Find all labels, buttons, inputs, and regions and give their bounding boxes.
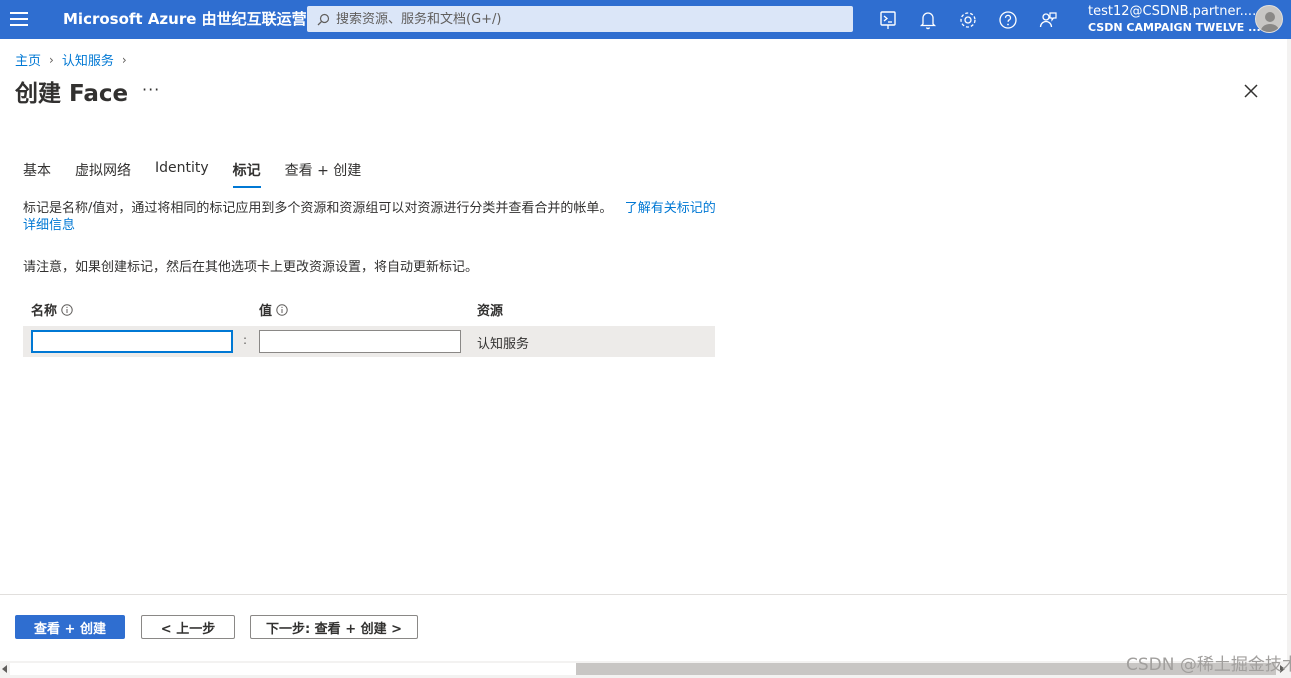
tab-tags[interactable]: 标记 [232, 160, 261, 188]
account-email: test12@CSDNB.partner.... [1088, 4, 1257, 19]
scroll-left-arrow-icon[interactable] [2, 665, 7, 673]
tags-note: 请注意，如果创建标记，然后在其他选项卡上更改资源设置，将自动更新标记。 [23, 260, 479, 275]
more-options-button[interactable]: ··· [142, 80, 160, 99]
tag-name-input[interactable] [31, 330, 233, 353]
chevron-right-icon: › [121, 52, 127, 67]
tab-virtual-network[interactable]: 虚拟网络 [75, 160, 131, 188]
settings-icon[interactable] [957, 9, 979, 31]
help-icon[interactable] [997, 9, 1019, 31]
close-icon[interactable] [1243, 83, 1259, 99]
tab-review-create[interactable]: 查看 + 创建 [285, 160, 362, 188]
column-header-name-label: 名称 [31, 304, 58, 319]
footer-divider [0, 594, 1287, 595]
column-header-resource: 资源 [477, 304, 504, 319]
info-icon[interactable] [61, 303, 73, 316]
info-icon[interactable] [276, 303, 288, 316]
table-row: : 认知服务 [23, 326, 715, 357]
scrollbar-thumb[interactable] [10, 663, 576, 675]
breadcrumb-home-link[interactable]: 主页 [15, 50, 41, 69]
breadcrumb: 主页 › 认知服务 › [15, 50, 135, 70]
tags-description-text: 标记是名称/值对，通过将相同的标记应用到多个资源和资源组可以对资源进行分类并查看… [23, 201, 613, 216]
name-value-separator: : [243, 333, 248, 347]
tag-resource-value: 认知服务 [477, 337, 530, 352]
top-navigation-bar: Microsoft Azure 由世纪互联运营 test12@CSDNB.par… [0, 0, 1291, 39]
page-title: 创建 Face [15, 81, 129, 107]
account-tenant: CSDN CAMPAIGN TWELVE ... [1088, 21, 1261, 34]
global-search-box[interactable] [307, 6, 853, 32]
vertical-scrollbar[interactable] [1287, 39, 1291, 661]
previous-button[interactable]: < 上一步 [141, 615, 235, 639]
tags-description: 标记是名称/值对，通过将相同的标记应用到多个资源和资源组可以对资源进行分类并查看… [23, 200, 723, 234]
wizard-tabs: 基本 虚拟网络 Identity 标记 查看 + 创建 [23, 160, 385, 188]
horizontal-scrollbar[interactable] [0, 661, 1291, 678]
search-icon [317, 13, 330, 25]
breadcrumb-cognitive-services-link[interactable]: 认知服务 [62, 50, 114, 69]
column-header-name: 名称 [31, 300, 73, 319]
next-button[interactable]: 下一步: 查看 + 创建 > [250, 615, 418, 639]
tag-value-input[interactable] [259, 330, 461, 353]
chevron-right-icon: › [49, 52, 54, 67]
portal-brand[interactable]: Microsoft Azure 由世纪互联运营 [63, 0, 307, 39]
notifications-icon[interactable] [917, 9, 939, 31]
feedback-icon[interactable] [1037, 9, 1059, 31]
tab-identity[interactable]: Identity [155, 160, 209, 188]
column-header-value-label: 值 [259, 304, 273, 319]
avatar[interactable] [1255, 5, 1283, 33]
search-input[interactable] [336, 11, 836, 27]
tab-basics[interactable]: 基本 [23, 160, 51, 188]
watermark-text: CSDN @稀土掘金技术社区 [1126, 655, 1291, 675]
menu-icon[interactable] [10, 12, 28, 26]
cloud-shell-icon[interactable] [877, 9, 899, 31]
account-menu[interactable]: test12@CSDNB.partner.... CSDN CAMPAIGN T… [1088, 3, 1261, 36]
user-avatar-icon [1261, 12, 1279, 32]
review-create-button[interactable]: 查看 + 创建 [15, 615, 125, 639]
column-header-value: 值 [259, 300, 288, 319]
